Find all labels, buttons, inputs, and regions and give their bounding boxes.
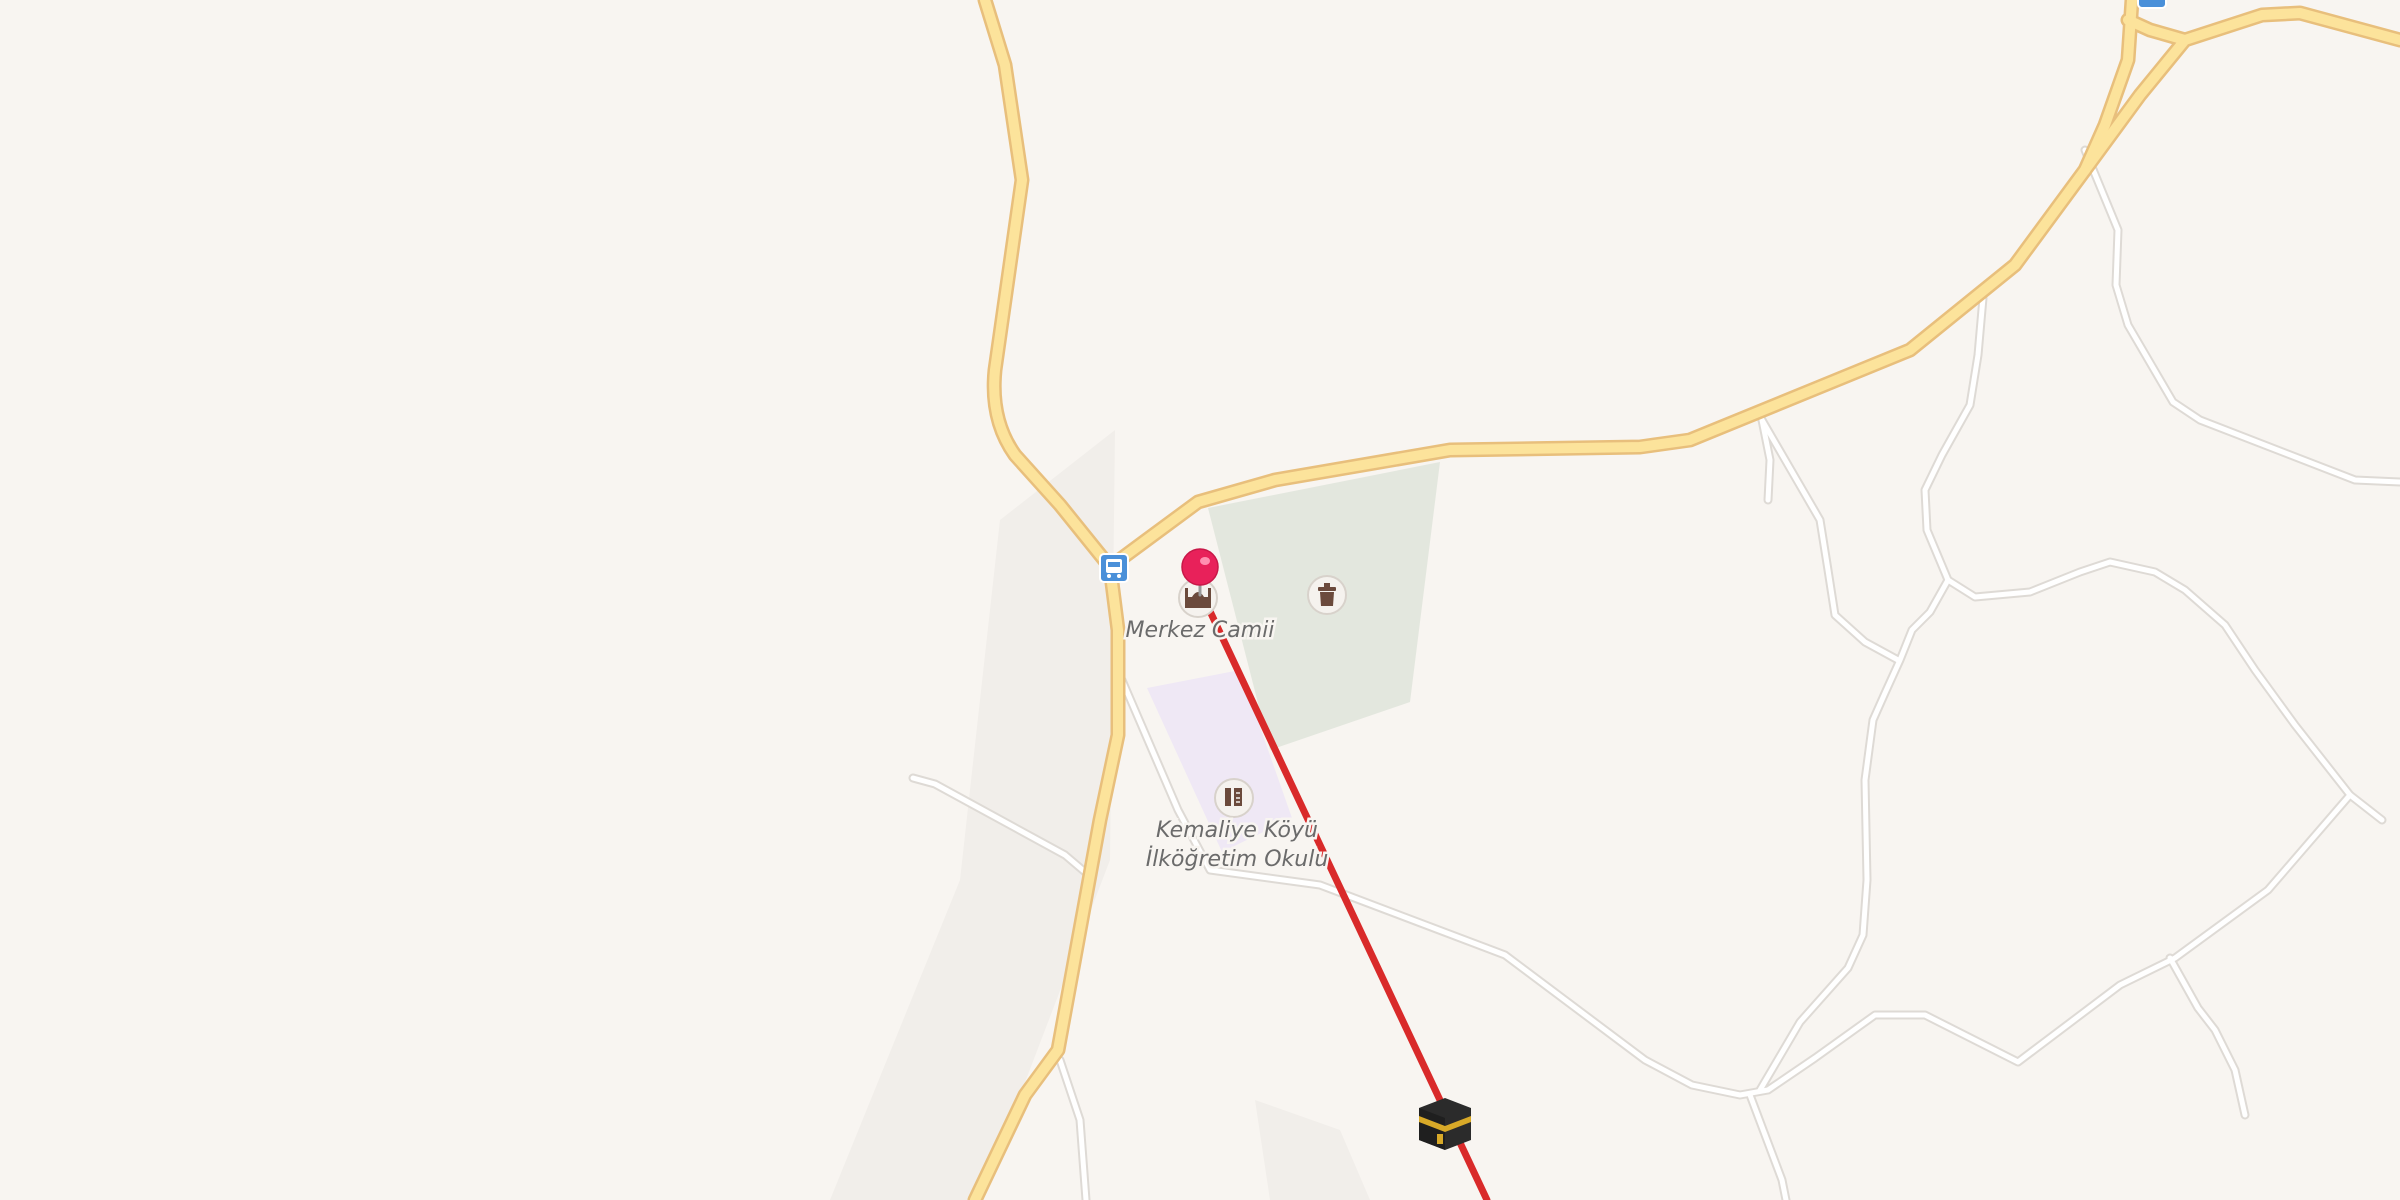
kaaba-icon[interactable] bbox=[1419, 1098, 1471, 1150]
map-canvas[interactable]: Merkez Camii Kemaliye Köyü İlköğretim Ok… bbox=[0, 0, 2400, 1200]
bus-stop-icon-2[interactable] bbox=[2137, 0, 2167, 9]
mosque-name-label: Merkez Camii bbox=[1126, 618, 1275, 643]
school-name-label-line-2: İlköğretim Okulu bbox=[1146, 846, 1329, 872]
school-name-label-line-1: Kemaliye Köyü bbox=[1156, 818, 1318, 843]
cemetery-icon[interactable] bbox=[1307, 575, 1347, 615]
school-icon[interactable] bbox=[1214, 778, 1254, 818]
bus-stop-icon[interactable] bbox=[1099, 553, 1129, 583]
